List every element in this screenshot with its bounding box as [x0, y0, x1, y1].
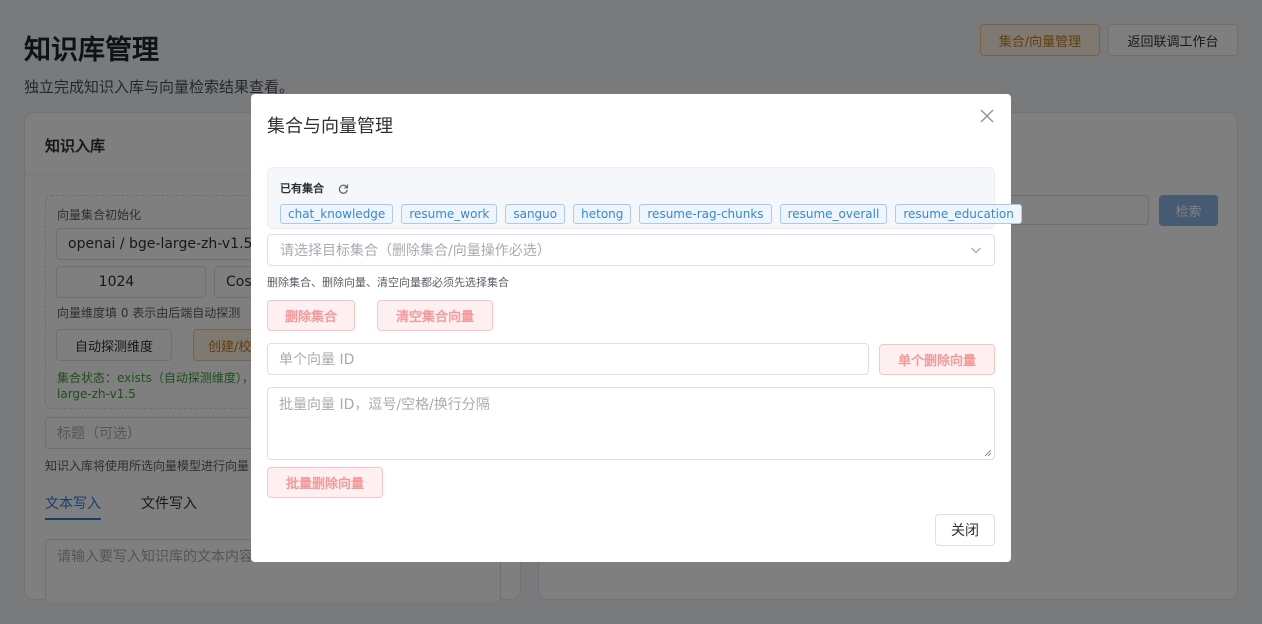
target-collection-select[interactable]: 请选择目标集合（删除集合/向量操作必选） — [267, 234, 995, 266]
batch-ids-placeholder: 批量向量 ID，逗号/空格/换行分隔 — [279, 397, 490, 413]
select-placeholder: 请选择目标集合（删除集合/向量操作必选） — [280, 243, 551, 259]
collection-tag[interactable]: hetong — [573, 204, 632, 224]
single-vector-id-input[interactable]: 单个向量 ID — [267, 343, 869, 375]
delete-single-vector-button[interactable]: 单个删除向量 — [879, 344, 995, 375]
collection-tag[interactable]: resume_education — [895, 204, 1022, 224]
collection-tag[interactable]: resume_overall — [779, 204, 888, 224]
collection-tag[interactable]: resume_work — [401, 204, 498, 224]
collections-label: 已有集合 — [280, 182, 324, 195]
collection-vector-dialog: 集合与向量管理 已有集合 chat_knowledge resume_work sa… — [251, 94, 1022, 562]
existing-collections-panel: 已有集合 chat_knowledge resume_work sanguo heto… — [267, 167, 1022, 229]
select-hint: 删除集合、删除向量、清空向量都必须先选择集合 — [267, 276, 509, 289]
collection-tag[interactable]: sanguo — [505, 204, 566, 224]
collection-tag[interactable]: chat_knowledge — [280, 204, 394, 224]
delete-collection-button[interactable]: 删除集合 — [267, 300, 355, 331]
close-icon[interactable] — [979, 106, 995, 126]
refresh-icon[interactable] — [337, 180, 349, 194]
clear-vectors-button[interactable]: 清空集合向量 — [377, 300, 493, 331]
collection-tag[interactable]: resume-rag-chunks — [639, 204, 772, 224]
dialog-title: 集合与向量管理 — [267, 116, 393, 137]
batch-vector-ids-textarea[interactable]: 批量向量 ID，逗号/空格/换行分隔 — [267, 387, 995, 460]
close-button[interactable]: 关闭 — [935, 514, 995, 546]
batch-delete-vectors-button[interactable]: 批量删除向量 — [267, 467, 383, 498]
resize-handle-icon[interactable] — [984, 449, 992, 457]
chevron-down-icon — [970, 244, 982, 256]
collection-tag-list: chat_knowledge resume_work sanguo hetong res… — [280, 204, 1022, 224]
